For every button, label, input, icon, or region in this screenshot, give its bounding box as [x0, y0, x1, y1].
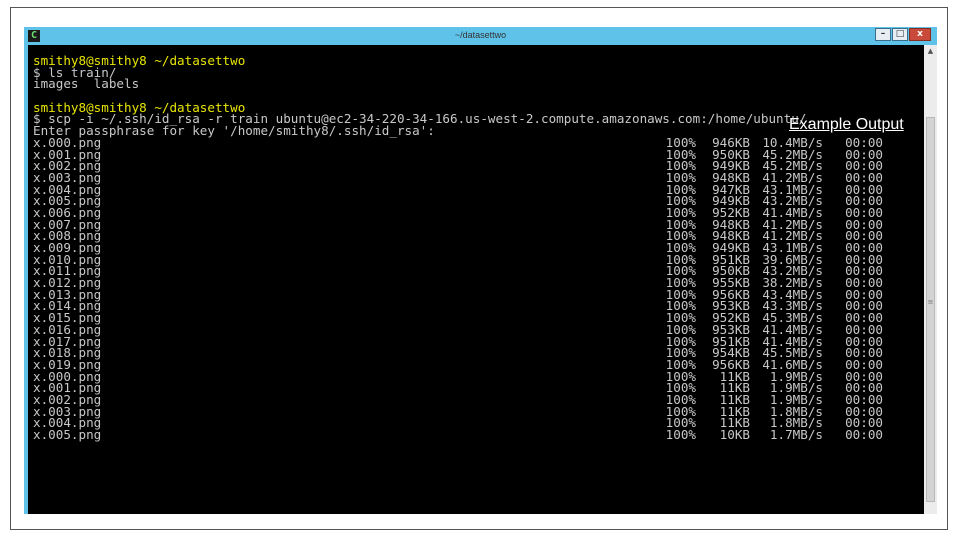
transfer-row: x.004.png 100% 11KB 1.8MB/s 00:00: [33, 417, 883, 430]
scroll-up-arrow-icon[interactable]: ▲: [924, 46, 937, 56]
command-line: $ ls train/: [33, 64, 117, 80]
transfer-list: x.000.png 100% 946KB 10.4MB/s 00:00 x.001.png…: [33, 136, 883, 442]
transfer-row: x.001.png 100% 11KB 1.9MB/s 00:00: [33, 381, 883, 394]
transfer-row: x.009.png 100% 949KB 43.1MB/s 00:00: [33, 241, 883, 254]
transfer-row: x.000.png 100% 946KB 10.4MB/s 00:00: [33, 136, 883, 149]
transfer-row: x.017.png 100% 951KB 41.4MB/s 00:00: [33, 335, 883, 348]
transfer-percent: 100%: [665, 427, 696, 442]
minimize-button[interactable]: –: [875, 28, 891, 41]
transfer-row: x.000.png 100% 11KB 1.9MB/s 00:00: [33, 370, 883, 383]
close-button[interactable]: x: [909, 28, 931, 41]
transfer-row: x.013.png 100% 956KB 43.4MB/s 00:00: [33, 288, 883, 301]
transfer-row: x.002.png 100% 11KB 1.9MB/s 00:00: [33, 393, 883, 406]
transfer-row: x.008.png 100% 948KB 41.2MB/s 00:00: [33, 230, 883, 243]
output-line: images labels: [33, 76, 140, 92]
window-controls: – □ x: [874, 28, 931, 41]
transfer-rate: 1.7MB/s: [769, 427, 823, 442]
transfer-row: x.019.png 100% 956KB 41.6MB/s 00:00: [33, 358, 883, 371]
terminal-output[interactable]: smithy8@smithy8 ~/datasettwo $ ls train/…: [28, 45, 924, 514]
maximize-button[interactable]: □: [892, 28, 908, 41]
scrollbar-thumb[interactable]: ≡: [926, 117, 935, 502]
terminal-window: C ~/datasettwo – □ x smithy8@smithy8 ~/d…: [24, 27, 937, 514]
transfer-row: x.018.png 100% 954KB 45.5MB/s 00:00: [33, 346, 883, 359]
transfer-row: x.002.png 100% 949KB 45.2MB/s 00:00: [33, 159, 883, 172]
transfer-row: x.010.png 100% 951KB 39.6MB/s 00:00: [33, 253, 883, 266]
transfer-row: x.005.png 100% 10KB 1.7MB/s 00:00: [33, 427, 883, 442]
transfer-row: x.003.png 100% 948KB 41.2MB/s 00:00: [33, 171, 883, 184]
title-bar[interactable]: C ~/datasettwo – □ x: [24, 27, 937, 45]
transfer-filename: x.005.png: [33, 427, 102, 442]
transfer-row: x.007.png 100% 948KB 41.2MB/s 00:00: [33, 218, 883, 231]
transfer-row: x.005.png 100% 949KB 43.2MB/s 00:00: [33, 194, 883, 207]
transfer-row: x.016.png 100% 953KB 41.4MB/s 00:00: [33, 323, 883, 336]
transfer-row: x.006.png 100% 952KB 41.4MB/s 00:00: [33, 206, 883, 219]
transfer-row: x.012.png 100% 955KB 38.2MB/s 00:00: [33, 276, 883, 289]
transfer-row: x.015.png 100% 952KB 45.3MB/s 00:00: [33, 311, 883, 324]
transfer-row: x.014.png 100% 953KB 43.3MB/s 00:00: [33, 300, 883, 313]
example-output-label: Example Output: [789, 116, 904, 133]
transfer-size: 10KB: [719, 427, 750, 442]
transfer-row: x.011.png 100% 950KB 43.2MB/s 00:00: [33, 265, 883, 278]
window-title: ~/datasettwo: [454, 30, 507, 40]
grip-icon: ≡: [927, 298, 934, 306]
transfer-row: x.003.png 100% 11KB 1.8MB/s 00:00: [33, 405, 883, 418]
scrollbar[interactable]: ▲ ≡: [924, 45, 937, 514]
prompt-line: smithy8@smithy8 ~/datasettwo: [33, 53, 246, 68]
transfer-eta: 00:00: [845, 427, 883, 442]
transfer-row: x.004.png 100% 947KB 43.1MB/s 00:00: [33, 183, 883, 196]
passphrase-line: Enter passphrase for key '/home/smithy8/…: [33, 123, 435, 139]
transfer-row: x.001.png 100% 950KB 45.2MB/s 00:00: [33, 148, 883, 161]
terminal-lines: smithy8@smithy8 ~/datasettwo $ ls train/…: [33, 53, 883, 442]
